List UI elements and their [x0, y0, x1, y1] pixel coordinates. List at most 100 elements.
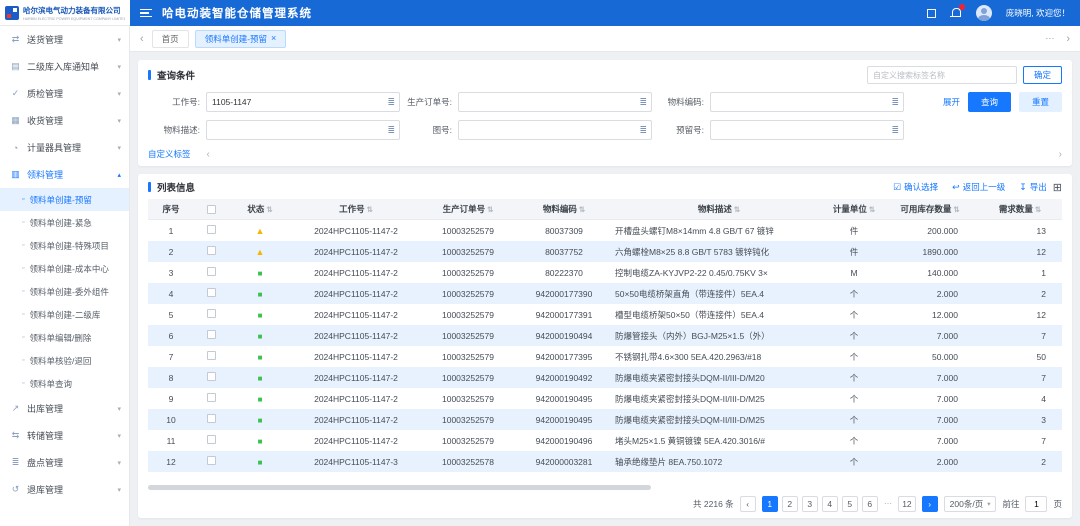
export-button[interactable]: ↧导出 — [1019, 181, 1047, 193]
row-checkbox[interactable] — [207, 267, 216, 276]
page-button[interactable]: 3 — [802, 496, 818, 512]
table-row[interactable]: 2▲2024HPC1105-1147-21000325257980037752六… — [148, 241, 1062, 262]
row-checkbox[interactable] — [207, 393, 216, 402]
column-header[interactable]: 物料描述⇅ — [612, 199, 826, 219]
sidebar-item[interactable]: ✓质检管理▾ — [0, 80, 129, 107]
tabs-back-icon[interactable]: ‹ — [138, 33, 146, 45]
sort-icon[interactable]: ⇅ — [869, 205, 875, 214]
page-button[interactable]: 5 — [842, 496, 858, 512]
row-checkbox[interactable] — [207, 372, 216, 381]
row-checkbox[interactable] — [207, 456, 216, 465]
avatar[interactable] — [976, 5, 992, 21]
sidebar-item[interactable]: ▤二级库入库通知单▾ — [0, 53, 129, 80]
confirm-select-button[interactable]: ☑确认选择 — [893, 181, 938, 193]
row-checkbox[interactable] — [207, 435, 216, 444]
column-header[interactable]: 需求数量⇅ — [978, 199, 1062, 219]
table-row[interactable]: 12■2024HPC1105-1147-31000325257894200000… — [148, 451, 1062, 472]
sort-icon[interactable]: ⇅ — [579, 205, 585, 214]
select-list-icon[interactable]: ≣ — [635, 125, 651, 136]
query-input[interactable] — [711, 125, 887, 135]
custom-tag-name-input[interactable] — [867, 66, 1017, 84]
sort-icon[interactable]: ⇅ — [1035, 205, 1041, 214]
tags-scroll-right-icon[interactable]: › — [1059, 149, 1062, 160]
sort-icon[interactable]: ⇅ — [266, 205, 272, 214]
goto-page-input[interactable] — [1025, 496, 1047, 512]
sidebar-subitem[interactable]: ▫领料单创建-成本中心 — [0, 257, 129, 280]
column-header[interactable]: 物料编码⇅ — [516, 199, 612, 219]
page-button[interactable]: 1 — [762, 496, 778, 512]
select-list-icon[interactable]: ≣ — [383, 125, 399, 136]
table-row[interactable]: 4■2024HPC1105-1147-210003252579942000177… — [148, 283, 1062, 304]
column-header[interactable]: 状态⇅ — [228, 199, 292, 219]
sidebar-subitem[interactable]: ▫领料单创建-紧急 — [0, 211, 129, 234]
sort-icon[interactable]: ⇅ — [367, 205, 373, 214]
sidebar-item[interactable]: ▦收货管理▾ — [0, 107, 129, 134]
table-row[interactable]: 9■2024HPC1105-1147-210003252579942000190… — [148, 388, 1062, 409]
select-all-checkbox[interactable] — [207, 205, 216, 214]
sidebar-item[interactable]: ◔计量器具管理▾ — [0, 134, 129, 161]
prev-page-button[interactable]: ‹ — [740, 496, 756, 512]
collapse-sidebar-icon[interactable] — [140, 9, 152, 18]
page-button[interactable]: 2 — [782, 496, 798, 512]
page-button[interactable]: 12 — [898, 496, 915, 512]
row-checkbox[interactable] — [207, 414, 216, 423]
column-header[interactable]: 工作号⇅ — [292, 199, 420, 219]
fullscreen-icon[interactable] — [927, 9, 936, 18]
next-page-button[interactable]: › — [922, 496, 938, 512]
tab[interactable]: 领料单创建-预留× — [195, 30, 287, 48]
tabs-more-icon[interactable]: ⋯ — [1045, 33, 1054, 44]
row-checkbox[interactable] — [207, 330, 216, 339]
custom-tag-link[interactable]: 自定义标签 — [148, 148, 191, 160]
select-list-icon[interactable]: ≣ — [887, 97, 903, 108]
query-input[interactable] — [459, 97, 635, 107]
query-input[interactable] — [207, 125, 383, 135]
sidebar-item[interactable]: ▥领料管理▴ — [0, 161, 129, 188]
column-settings-icon[interactable]: ⊞ — [1053, 181, 1062, 194]
notification-bell-icon[interactable] — [950, 7, 962, 19]
select-list-icon[interactable]: ≣ — [887, 125, 903, 136]
query-input[interactable] — [207, 97, 383, 107]
page-button[interactable]: 6 — [862, 496, 878, 512]
column-header[interactable]: 可用库存数量⇅ — [882, 199, 978, 219]
close-icon[interactable]: × — [271, 34, 276, 43]
sidebar-item[interactable]: ≣盘点管理▾ — [0, 449, 129, 476]
sidebar-subitem[interactable]: ▫领料单创建-委外组件 — [0, 280, 129, 303]
page-size-select[interactable]: 200条/页 ▾ — [944, 496, 997, 512]
row-checkbox[interactable] — [207, 309, 216, 318]
reset-button[interactable]: 重置 — [1019, 92, 1062, 112]
table-row[interactable]: 3■2024HPC1105-1147-21000325257980222370控… — [148, 262, 1062, 283]
column-header[interactable]: 生产订单号⇅ — [420, 199, 516, 219]
sort-icon[interactable]: ⇅ — [734, 205, 740, 214]
search-button[interactable]: 查询 — [968, 92, 1011, 112]
confirm-button[interactable]: 确定 — [1023, 66, 1062, 84]
sidebar-item[interactable]: ↗出库管理▾ — [0, 395, 129, 422]
table-row[interactable]: 1▲2024HPC1105-1147-21000325257980037309开… — [148, 220, 1062, 241]
sidebar-subitem[interactable]: ▫领料单创建-特殊项目 — [0, 234, 129, 257]
back-up-level-button[interactable]: ↩返回上一级 — [952, 181, 1005, 193]
select-list-icon[interactable]: ≣ — [383, 97, 399, 108]
query-input[interactable] — [459, 125, 635, 135]
expand-link[interactable]: 展开 — [943, 96, 960, 108]
page-button[interactable]: 4 — [822, 496, 838, 512]
select-list-icon[interactable]: ≣ — [635, 97, 651, 108]
row-checkbox[interactable] — [207, 288, 216, 297]
tab[interactable]: 首页 — [152, 30, 189, 48]
tabs-forward-icon[interactable]: › — [1064, 33, 1072, 45]
sidebar-item[interactable]: ↺退库管理▾ — [0, 476, 129, 503]
query-input[interactable] — [711, 97, 887, 107]
sidebar-subitem[interactable]: ▫领料单创建-预留 — [0, 188, 129, 211]
sort-icon[interactable]: ⇅ — [487, 205, 493, 214]
sidebar-item[interactable]: ⇆转储管理▾ — [0, 422, 129, 449]
sidebar-subitem[interactable]: ▫领料单编辑/删除 — [0, 326, 129, 349]
sidebar-subitem[interactable]: ▫领料单创建-二级库 — [0, 303, 129, 326]
table-row[interactable]: 11■2024HPC1105-1147-21000325257994200019… — [148, 430, 1062, 451]
table-row[interactable]: 6■2024HPC1105-1147-210003252579942000190… — [148, 325, 1062, 346]
table-row[interactable]: 7■2024HPC1105-1147-210003252579942000177… — [148, 346, 1062, 367]
scrollbar-thumb[interactable] — [148, 485, 651, 490]
table-row[interactable]: 8■2024HPC1105-1147-210003252579942000190… — [148, 367, 1062, 388]
row-checkbox[interactable] — [207, 351, 216, 360]
table-row[interactable]: 10■2024HPC1105-1147-21000325257994200019… — [148, 409, 1062, 430]
row-checkbox[interactable] — [207, 246, 216, 255]
column-header[interactable]: 计量单位⇅ — [826, 199, 882, 219]
row-checkbox[interactable] — [207, 225, 216, 234]
